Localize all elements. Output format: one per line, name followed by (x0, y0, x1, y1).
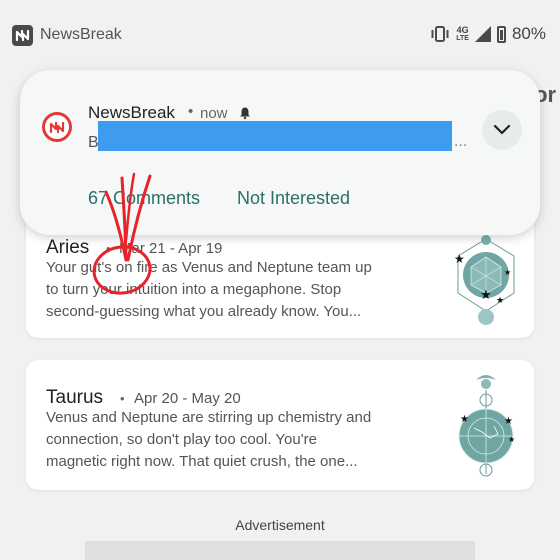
expand-button[interactable] (482, 110, 522, 150)
horoscope-excerpt: Venus and Neptune are stirring up chemis… (46, 409, 372, 470)
chevron-down-icon (493, 124, 511, 135)
svg-text:★: ★ (460, 414, 469, 425)
signal-icon (474, 26, 491, 42)
svg-text:★: ★ (496, 296, 504, 306)
sign-dates: Apr 20 - May 20 (134, 390, 241, 407)
aries-zodiac-illustration-icon: ★ ★ ★ ★ (454, 235, 515, 325)
newsbreak-app-icon (42, 112, 72, 142)
sign-name: Taurus (46, 387, 104, 408)
svg-text:★: ★ (508, 435, 515, 444)
newsbreak-logo-icon (12, 25, 33, 46)
redaction-bar (98, 121, 452, 151)
advertisement-label: Advertisement (235, 517, 325, 533)
advertisement-slot[interactable] (85, 541, 475, 560)
separator-dot: • (106, 241, 111, 256)
battery-icon (496, 25, 506, 43)
sign-dates: Mar 21 - Apr 19 (119, 240, 223, 257)
svg-text:★: ★ (480, 288, 492, 303)
vibrate-icon (431, 26, 449, 42)
sign-name: Aries (46, 237, 90, 258)
battery-percentage: 80% (511, 24, 546, 43)
status-bar: NewsBreak 4G LTE 80% (0, 0, 560, 70)
horoscope-excerpt: Your gut's on fire as Venus and Neptune … (46, 259, 372, 320)
not-interested-action-button[interactable]: Not Interested (237, 188, 350, 209)
notification-ellipsis: ... (454, 133, 468, 150)
comments-action-button[interactable]: 67 Comments (88, 188, 200, 209)
notification-time: now (200, 105, 228, 122)
taurus-zodiac-illustration-icon: ★ ★ ★ (458, 375, 515, 477)
svg-text:★: ★ (504, 416, 513, 427)
separator-dot: • (188, 103, 194, 120)
heads-up-notification[interactable]: NewsBreak • now B ... 67 Comments Not In… (20, 70, 540, 295)
horoscope-card-taurus[interactable]: Taurus • Apr 20 - May 20 Venus and Neptu… (26, 360, 534, 490)
separator-dot: • (120, 391, 125, 406)
status-app-name: NewsBreak (40, 26, 122, 43)
notification-app-name: NewsBreak (88, 103, 175, 122)
bell-icon (240, 107, 250, 120)
svg-text:★: ★ (454, 252, 465, 266)
svg-text:★: ★ (504, 268, 511, 277)
network-type: 4G LTE (456, 24, 469, 42)
